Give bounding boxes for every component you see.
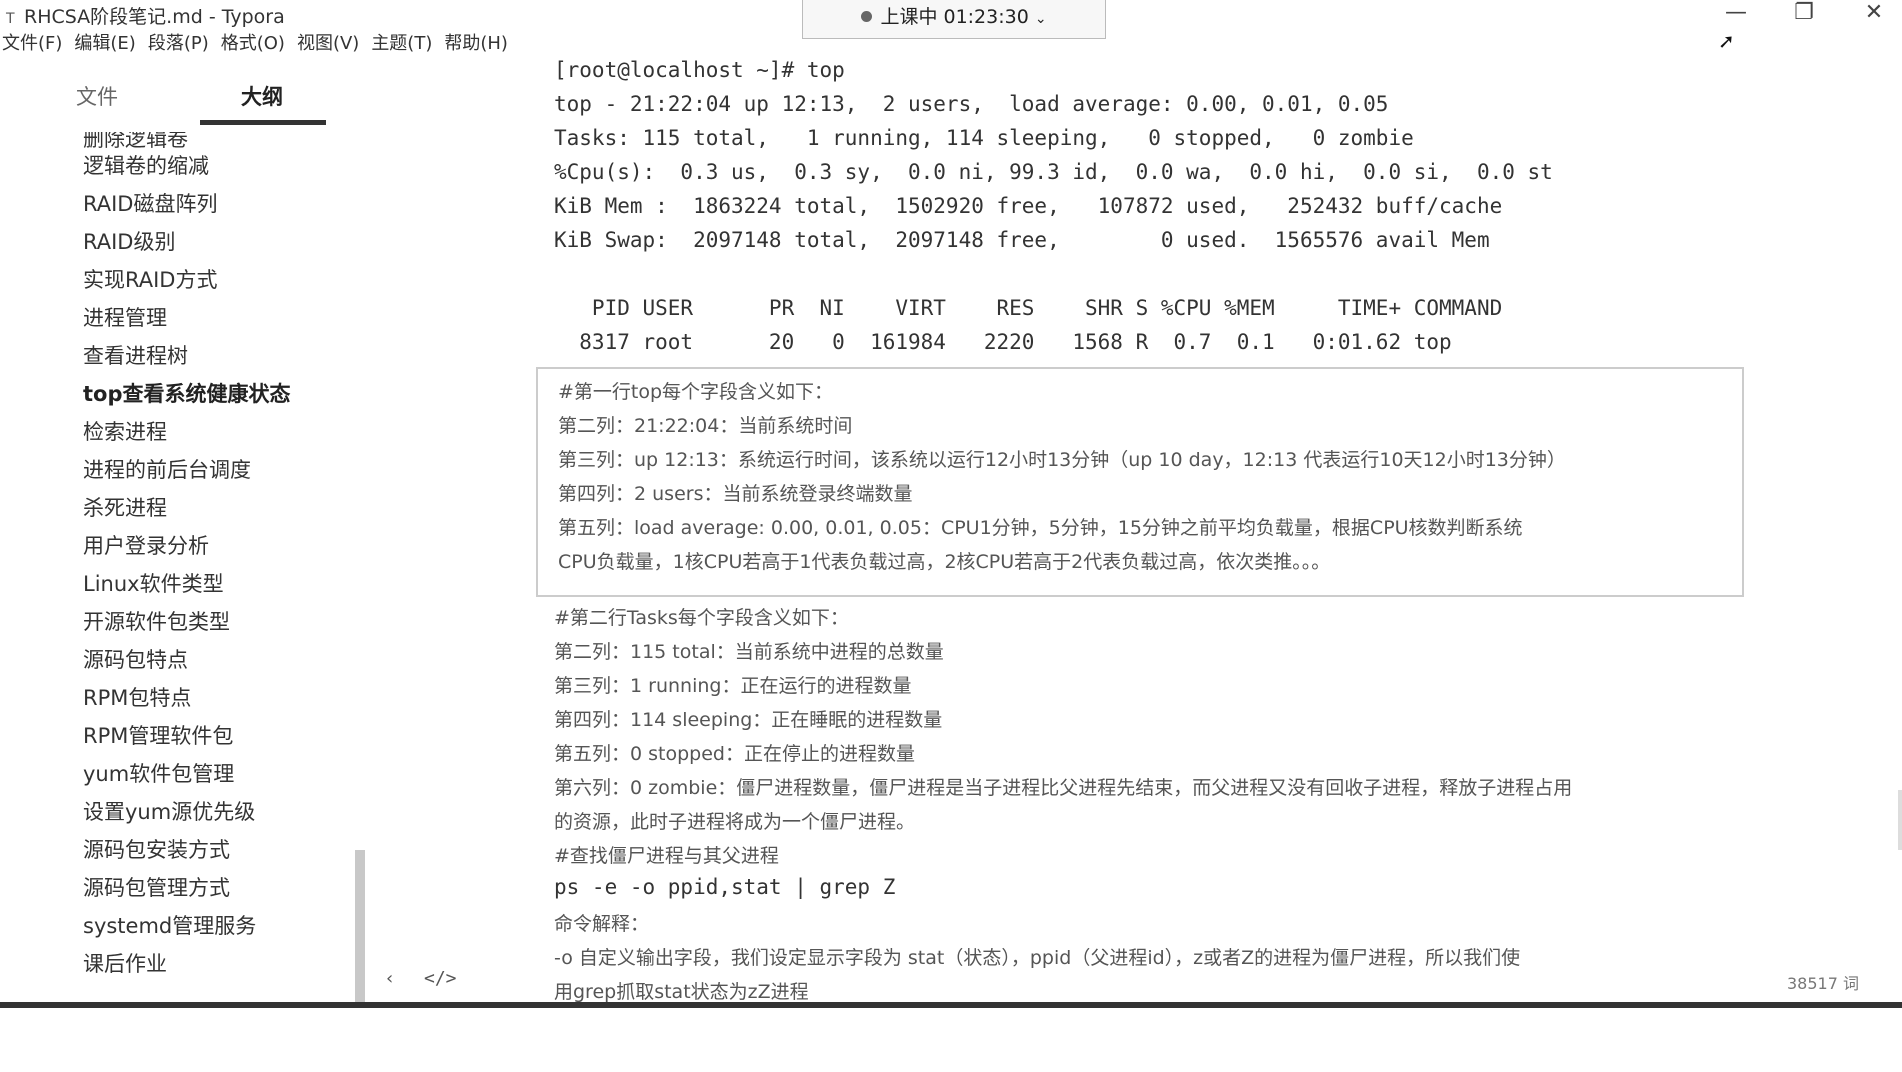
window-title-text: RHCSA阶段笔记.md - Typora — [24, 6, 285, 28]
outline-item[interactable]: 源码包特点 — [83, 644, 188, 674]
maximize-button[interactable]: ❐ — [1784, 0, 1824, 28]
menu-edit[interactable]: 编辑(E) — [72, 30, 145, 58]
outline-item[interactable]: 实现RAID方式 — [83, 264, 217, 294]
menu-theme[interactable]: 主题(T) — [369, 30, 442, 58]
box-line: CPU负载量，1核CPU若高于1代表负载过高，2核CPU若高于2代表负载过高，依… — [558, 551, 1331, 573]
note-line: #第二行Tasks每个字段含义如下： — [554, 607, 849, 629]
outline-item[interactable]: 开源软件包类型 — [83, 606, 230, 636]
menu-file[interactable]: 文件(F) — [0, 30, 72, 58]
note-line: 第二列：115 total：当前系统中进程的总数量 — [554, 641, 944, 663]
note-line: 命令解释： — [554, 913, 650, 935]
box-line: 第二列：21:22:04：当前系统时间 — [558, 415, 853, 437]
menu-format[interactable]: 格式(O) — [219, 30, 295, 58]
close-button[interactable]: ✕ — [1854, 0, 1894, 28]
outline-item[interactable]: yum软件包管理 — [83, 758, 234, 788]
outline-item[interactable]: Linux软件类型 — [83, 568, 224, 598]
outline-item[interactable]: 查看进程树 — [83, 340, 188, 370]
box-line: 第三列：up 12:13：系统运行时间，该系统以运行12小时13分钟（up 10… — [558, 449, 1566, 471]
menu-bar: 文件(F) 编辑(E) 段落(P) 格式(O) 视图(V) 主题(T) 帮助(H… — [0, 30, 518, 58]
outline-item[interactable]: systemd管理服务 — [83, 910, 256, 940]
typora-logo-icon: T — [6, 11, 15, 27]
box-line: 第五列：load average: 0.00, 0.01, 0.05：CPU1分… — [558, 517, 1523, 539]
outline-item[interactable]: 源码包管理方式 — [83, 872, 230, 902]
terminal-line: KiB Mem : 1863224 total, 1502920 free, 1… — [554, 194, 1503, 218]
terminal-line: %Cpu(s): 0.3 us, 0.3 sy, 0.0 ni, 99.3 id… — [554, 160, 1553, 184]
note-heading: #查找僵尸进程与其父进程 — [554, 845, 779, 867]
note-line: 第五列：0 stopped：正在停止的进程数量 — [554, 743, 915, 765]
sidebar-tabs: 文件 大纲 — [0, 68, 362, 128]
recording-indicator[interactable]: 上课中 01:23:30 ⌄ — [802, 0, 1106, 39]
taskbar-edge — [0, 1002, 1902, 1008]
note-line: 第六列：0 zombie：僵尸进程数量，僵尸进程是当子进程比父进程先结束，而父进… — [554, 777, 1573, 799]
window-title: T RHCSA阶段笔记.md - Typora — [6, 2, 285, 29]
command-line: ps -e -o ppid,stat | grep Z — [554, 875, 896, 899]
tab-outline[interactable]: 大纲 — [241, 81, 283, 111]
recording-label: 上课中 01:23:30 — [880, 6, 1029, 28]
box-line: #第一行top每个字段含义如下： — [558, 381, 834, 403]
chevron-down-icon[interactable]: ⌄ — [1035, 11, 1047, 27]
terminal-process-row: 8317 root 20 0 161984 2220 1568 R 0.7 0.… — [554, 330, 1452, 354]
outline-item[interactable]: RAID磁盘阵列 — [83, 188, 217, 218]
tab-files[interactable]: 文件 — [76, 81, 118, 111]
terminal-line: top - 21:22:04 up 12:13, 2 users, load a… — [554, 92, 1389, 116]
box-line: 第四列：2 users：当前系统登录终端数量 — [558, 483, 913, 505]
note-line: 第三列：1 running：正在运行的进程数量 — [554, 675, 912, 697]
word-count[interactable]: 38517 词 — [1787, 970, 1859, 994]
record-dot-icon — [861, 11, 873, 22]
note-line: 第四列：114 sleeping：正在睡眠的进程数量 — [554, 709, 943, 731]
outline-item-active[interactable]: top查看系统健康状态 — [83, 378, 291, 408]
terminal-line: Tasks: 115 total, 1 running, 114 sleepin… — [554, 126, 1414, 150]
active-tab-underline — [200, 120, 326, 125]
outline-item[interactable]: RAID级别 — [83, 226, 175, 256]
outline-item[interactable]: 设置yum源优先级 — [83, 796, 255, 826]
sidebar-scrollbar[interactable] — [355, 850, 365, 1008]
note-line: -o 自定义输出字段，我们设定显示字段为 stat（状态），ppid（父进程id… — [554, 947, 1521, 969]
note-line: 的资源，此时子进程将成为一个僵尸进程。 — [554, 811, 916, 833]
minimize-button[interactable]: — — [1716, 0, 1756, 28]
outline-item[interactable]: 进程的前后台调度 — [83, 454, 251, 484]
code-block[interactable]: #第一行top每个字段含义如下： 第二列：21:22:04：当前系统时间 第三列… — [536, 367, 1744, 597]
source-code-mode-icon[interactable]: </> — [424, 968, 457, 989]
terminal-line: [root@localhost ~]# top — [554, 58, 845, 82]
outline-item[interactable]: 源码包安装方式 — [83, 834, 230, 864]
editor-scrollbar[interactable] — [1898, 790, 1902, 850]
terminal-header-row: PID USER PR NI VIRT RES SHR S %CPU %MEM … — [554, 296, 1503, 320]
outline-item[interactable]: 检索进程 — [83, 416, 167, 446]
menu-help[interactable]: 帮助(H) — [442, 30, 518, 58]
menu-paragraph[interactable]: 段落(P) — [146, 30, 219, 58]
outline-item[interactable]: 逻辑卷的缩减 — [83, 150, 209, 180]
outline-item[interactable]: RPM管理软件包 — [83, 720, 233, 750]
outline-list: 删除逻辑卷 逻辑卷的缩减 RAID磁盘阵列 RAID级别 实现RAID方式 进程… — [0, 132, 350, 1072]
terminal-line: KiB Swap: 2097148 total, 2097148 free, 0… — [554, 228, 1490, 252]
outline-item[interactable]: 杀死进程 — [83, 492, 167, 522]
note-line: 用grep抓取stat状态为zZ进程 — [554, 981, 809, 1003]
outline-item[interactable]: RPM包特点 — [83, 682, 191, 712]
outline-item[interactable]: 进程管理 — [83, 302, 167, 332]
sidebar: 文件 大纲 删除逻辑卷 逻辑卷的缩减 RAID磁盘阵列 RAID级别 实现RAI… — [0, 68, 362, 1008]
outline-item[interactable]: 课后作业 — [83, 948, 167, 978]
outline-item[interactable]: 用户登录分析 — [83, 530, 209, 560]
toggle-sidebar-icon[interactable]: ‹ — [386, 968, 393, 989]
menu-view[interactable]: 视图(V) — [295, 30, 369, 58]
mouse-cursor-icon: ➚ — [1718, 29, 1735, 53]
